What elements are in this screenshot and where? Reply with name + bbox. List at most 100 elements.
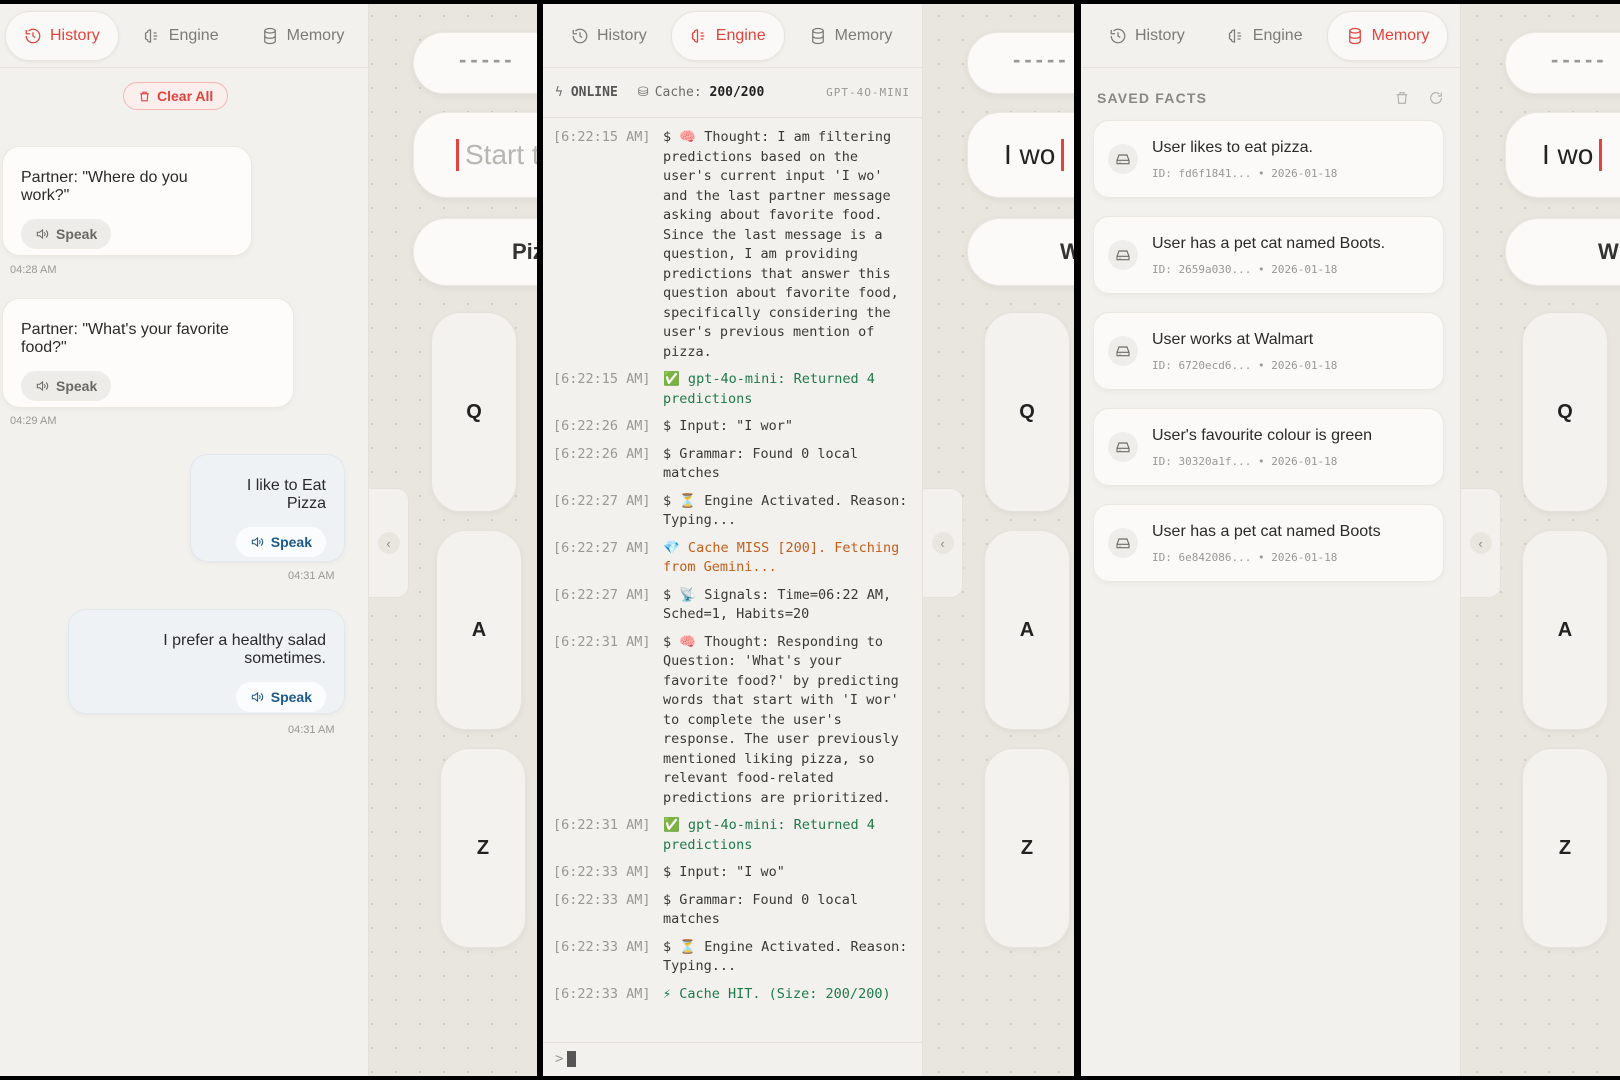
tab-history[interactable]: History	[5, 10, 119, 61]
log-entry: [6:22:27 AM] 💎 Cache MISS [200]. Fetching…	[553, 539, 908, 576]
message-timestamp: 04:28 AM	[10, 264, 57, 276]
text-caret	[1061, 139, 1065, 171]
fact-card[interactable]: User has a pet cat named Boots. ID: 2659a…	[1093, 216, 1444, 294]
cache-value: 200/200	[709, 85, 765, 100]
chevron-left-icon: ‹	[377, 532, 400, 554]
database-icon	[1348, 27, 1361, 44]
tab-bar: History Engine Memory	[1081, 4, 1460, 68]
suggestion-chip[interactable]: W	[1505, 218, 1620, 286]
log-entry: [6:22:15 AM] ✅ gpt-4o-mini: Returned 4 pr…	[553, 371, 884, 407]
key-a[interactable]: A	[436, 530, 522, 730]
chevron-left-icon: ‹	[931, 532, 954, 554]
tab-history[interactable]: History	[1091, 11, 1203, 61]
tab-memory[interactable]: Memory	[1326, 10, 1449, 61]
text-input[interactable]: I wo	[967, 112, 1074, 198]
cursor-block	[567, 1051, 577, 1067]
key-z[interactable]: Z	[440, 748, 526, 948]
sidebar-panel: History Engine Memory ϟ ONLINE ⛁ Cache: …	[543, 4, 923, 1076]
key-q[interactable]: Q	[1522, 312, 1608, 512]
log-entry: [6:22:15 AM] $ 🧠 Thought: I am filtering …	[553, 129, 907, 360]
chevron-left-icon: ‹	[1469, 532, 1492, 554]
log-entry: [6:22:27 AM] $ 📡 Signals: Time=06:22 AM, …	[553, 586, 900, 623]
history-icon	[572, 28, 588, 43]
message-timestamp: 04:31 AM	[288, 724, 335, 736]
log-entry: [6:22:26 AM] $ Input: "I wor"	[553, 418, 794, 434]
tab-memory[interactable]: Memory	[243, 11, 363, 61]
output-bar[interactable]: -----	[967, 32, 1074, 94]
text-input[interactable]: I wo	[1505, 112, 1620, 198]
suggestion-chip[interactable]: Piz	[413, 218, 537, 286]
brain-icon	[144, 28, 158, 43]
log-entry: [6:22:31 AM] $ 🧠 Thought: Responding to Q…	[553, 633, 907, 806]
database-icon: ⛁	[637, 85, 649, 100]
tab-history[interactable]: History	[553, 11, 665, 61]
log-entry: [6:22:33 AM] ⚡ Cache HIT. (Size: 200/200)	[553, 985, 891, 1002]
hard-drive-icon	[1108, 336, 1138, 366]
speak-button[interactable]: Speak	[21, 371, 112, 401]
collapse-sidebar-button[interactable]: ‹	[369, 488, 409, 598]
fact-card[interactable]: User has a pet cat named Boots ID: 6e8420…	[1093, 504, 1444, 582]
log-entry: [6:22:26 AM] $ Grammar: Found 0 local mat…	[553, 445, 867, 482]
collapse-sidebar-button[interactable]: ‹	[923, 488, 963, 598]
log-entry: [6:22:31 AM] ✅ gpt-4o-mini: Returned 4 pr…	[553, 817, 884, 853]
brain-icon	[691, 28, 705, 43]
speak-button[interactable]: Speak	[235, 527, 326, 557]
text-input[interactable]: Start ty	[413, 112, 537, 198]
history-icon	[25, 28, 41, 43]
output-bar[interactable]: -----	[1505, 32, 1620, 94]
trash-icon[interactable]	[1394, 90, 1410, 106]
key-a[interactable]: A	[984, 530, 1070, 730]
tab-bar: History Engine Memory	[543, 4, 922, 68]
database-icon	[811, 27, 824, 44]
refresh-icon[interactable]	[1428, 90, 1444, 106]
speak-button[interactable]: Speak	[21, 219, 112, 249]
bolt-icon: ϟ	[555, 85, 563, 100]
speaker-icon	[251, 691, 263, 703]
brain-icon	[1228, 28, 1242, 43]
tab-memory[interactable]: Memory	[791, 11, 911, 61]
tab-engine[interactable]: Engine	[1209, 11, 1321, 61]
output-bar[interactable]: -----	[413, 32, 537, 94]
tab-engine[interactable]: Engine	[670, 10, 785, 61]
key-q[interactable]: Q	[984, 312, 1070, 512]
speaker-icon	[36, 380, 49, 392]
model-name: GPT-4O-MINI	[826, 86, 910, 99]
text-caret	[1599, 139, 1603, 171]
hard-drive-icon	[1108, 528, 1138, 558]
fact-card[interactable]: User works at Walmart ID: 6720ecd6... • 2…	[1093, 312, 1444, 390]
key-a[interactable]: A	[1522, 530, 1608, 730]
user-message: I like to Eat Pizza Speak	[190, 454, 345, 562]
saved-facts-header: SAVED FACTS	[1081, 68, 1460, 120]
sidebar-panel: History Engine Memory SAVED FACTS User l…	[1081, 4, 1461, 1076]
hard-drive-icon	[1108, 240, 1138, 270]
log-entry: [6:22:33 AM] $ Grammar: Found 0 local mat…	[553, 891, 867, 928]
speak-button[interactable]: Speak	[235, 682, 326, 712]
user-message: I prefer a healthy salad sometimes. Spea…	[68, 609, 345, 714]
fact-card[interactable]: User's favourite colour is green ID: 3032…	[1093, 408, 1444, 486]
memory-screen: History Engine Memory SAVED FACTS User l…	[1081, 4, 1620, 1076]
tab-bar: History Engine Memory	[0, 4, 368, 68]
command-prompt[interactable]: >	[543, 1042, 922, 1076]
text-caret	[456, 139, 459, 171]
engine-log: [6:22:15 AM] $ 🧠 Thought: I am filtering …	[543, 118, 922, 1004]
tab-engine[interactable]: Engine	[125, 11, 237, 61]
message-timestamp: 04:29 AM	[10, 415, 57, 427]
history-screen: History Engine Memory Clear All Partner:…	[0, 4, 537, 1076]
database-icon	[263, 27, 276, 44]
message-timestamp: 04:31 AM	[288, 570, 335, 582]
speaker-icon	[251, 536, 263, 548]
log-entry: [6:22:33 AM] $ Input: "I wo"	[553, 864, 785, 880]
fact-card[interactable]: User likes to eat pizza. ID: fd6f1841... …	[1093, 120, 1444, 198]
clear-all-button[interactable]: Clear All	[123, 82, 229, 110]
suggestion-chip[interactable]: W	[967, 218, 1074, 286]
hard-drive-icon	[1108, 432, 1138, 462]
engine-status-bar: ϟ ONLINE ⛁ Cache: 200/200 GPT-4O-MINI	[543, 68, 922, 118]
trash-icon	[140, 91, 149, 101]
collapse-sidebar-button[interactable]: ‹	[1461, 488, 1501, 598]
log-entry: [6:22:27 AM] $ ⏳ Engine Activated. Reason…	[553, 492, 916, 529]
history-icon	[1110, 28, 1126, 43]
key-z[interactable]: Z	[984, 748, 1070, 948]
key-z[interactable]: Z	[1522, 748, 1608, 948]
sidebar-panel: History Engine Memory Clear All Partner:…	[0, 4, 369, 1076]
key-q[interactable]: Q	[431, 312, 517, 512]
